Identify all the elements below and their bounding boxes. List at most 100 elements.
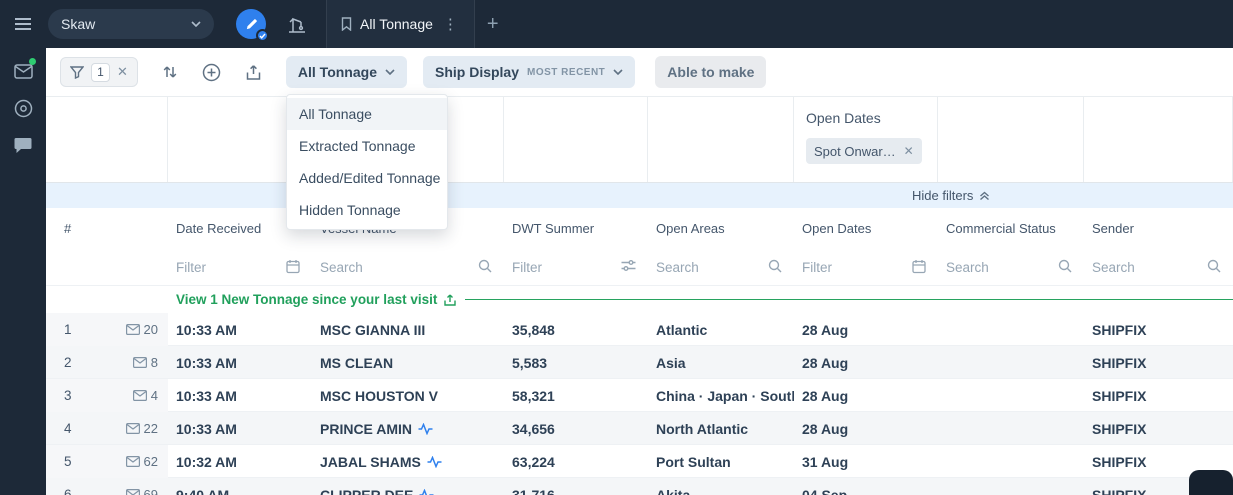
calendar-icon[interactable] bbox=[912, 259, 926, 274]
vessel-name-cell[interactable]: JABAL SHAMS bbox=[312, 445, 504, 478]
table-body: 1 20 10:33 AM MSC GIANNA III 35,848 Atla… bbox=[46, 313, 1233, 495]
date-received-cell: 10:33 AM bbox=[176, 354, 237, 371]
table-row[interactable]: 3 4 10:33 AM MSC HOUSTON V 58,321 China … bbox=[46, 379, 1233, 412]
ship-display-selector[interactable]: Ship Display MOST RECENT bbox=[422, 56, 636, 88]
clear-filters-icon[interactable]: ✕ bbox=[117, 64, 128, 80]
active-filter-chip[interactable]: 1 ✕ bbox=[60, 57, 138, 87]
remove-chip-icon[interactable]: ✕ bbox=[904, 144, 914, 158]
column-header-num[interactable]: # bbox=[46, 221, 168, 236]
open-dates-cell: 04 Sep bbox=[802, 486, 848, 495]
open-areas-search-input[interactable] bbox=[648, 259, 760, 275]
open-dates-filter-input[interactable] bbox=[794, 259, 904, 275]
vessel-name-cell[interactable]: CLIPPER DEE bbox=[312, 478, 504, 495]
filter-panel-cell bbox=[938, 97, 1084, 182]
mail-count-badge[interactable]: 69 bbox=[125, 487, 158, 495]
chat-icon[interactable] bbox=[12, 134, 34, 156]
view-selector-label: All Tonnage bbox=[297, 64, 377, 80]
export-icon[interactable] bbox=[245, 64, 262, 81]
chat-launcher-button[interactable] bbox=[1189, 470, 1233, 495]
sort-icon[interactable] bbox=[162, 64, 178, 80]
table-row[interactable]: 6 69 9:40 AM CLIPPER DEE 31,716 Akita 04… bbox=[46, 478, 1233, 495]
mail-count-badge[interactable]: 62 bbox=[125, 454, 158, 469]
mail-count-badge[interactable]: 8 bbox=[132, 355, 158, 370]
vessel-name: CLIPPER DEE bbox=[320, 486, 414, 495]
sender-cell: SHIPFIX bbox=[1092, 354, 1147, 371]
mail-count: 22 bbox=[143, 421, 158, 436]
menu-item-added-edited-tonnage[interactable]: Added/Edited Tonnage bbox=[287, 162, 447, 194]
hide-filters-button[interactable]: Hide filters bbox=[912, 183, 990, 208]
table-row[interactable]: 1 20 10:33 AM MSC GIANNA III 35,848 Atla… bbox=[46, 313, 1233, 346]
menu-item-extracted-tonnage[interactable]: Extracted Tonnage bbox=[287, 130, 447, 162]
date-received-filter-input[interactable] bbox=[168, 259, 278, 275]
tracking-icon[interactable] bbox=[12, 97, 34, 119]
vessel-track-icon[interactable] bbox=[418, 422, 433, 435]
filter-cell-vessel-name bbox=[312, 248, 504, 286]
commercial-status-search-input[interactable] bbox=[938, 259, 1050, 275]
filter-panel-cell bbox=[504, 97, 648, 182]
port-crane-icon[interactable] bbox=[286, 14, 308, 34]
commercial-status-cell bbox=[938, 379, 1084, 412]
tab-all-tonnage[interactable]: All Tonnage ⋮ bbox=[326, 0, 475, 48]
add-tonnage-icon[interactable] bbox=[202, 63, 221, 82]
able-to-make-label: Able to make bbox=[667, 64, 755, 80]
vessel-track-icon[interactable] bbox=[419, 488, 434, 495]
new-tonnage-link[interactable]: View 1 New Tonnage since your last visit bbox=[176, 292, 437, 307]
envelope-icon bbox=[125, 489, 140, 495]
inbox-icon[interactable] bbox=[12, 58, 36, 82]
refresh-up-icon[interactable] bbox=[443, 293, 457, 307]
vessel-name-cell[interactable]: MS CLEAN bbox=[312, 346, 504, 379]
column-header-commercial-status[interactable]: Commercial Status bbox=[938, 221, 1084, 236]
mail-count-badge[interactable]: 22 bbox=[125, 421, 158, 436]
add-tab-icon[interactable]: + bbox=[487, 14, 499, 34]
tonnage-view-selector[interactable]: All Tonnage bbox=[285, 56, 407, 88]
sender-cell: SHIPFIX bbox=[1092, 387, 1147, 404]
new-tonnage-banner: View 1 New Tonnage since your last visit bbox=[46, 286, 1233, 313]
tab-label: All Tonnage bbox=[360, 16, 433, 32]
menu-item-hidden-tonnage[interactable]: Hidden Tonnage bbox=[287, 194, 447, 226]
sender-cell: SHIPFIX bbox=[1092, 420, 1147, 437]
date-received-cell: 9:40 AM bbox=[176, 486, 230, 495]
open-dates-filter-chip[interactable]: Spot Onwar… ✕ bbox=[806, 138, 922, 164]
row-number-cell: 1 20 bbox=[46, 313, 168, 346]
calendar-icon[interactable] bbox=[286, 259, 300, 274]
table-row[interactable]: 2 8 10:33 AM MS CLEAN 5,583 Asia 28 Aug … bbox=[46, 346, 1233, 379]
hamburger-menu-icon[interactable] bbox=[0, 17, 46, 31]
row-number: 5 bbox=[64, 454, 72, 469]
dwt-summer-cell: 58,321 bbox=[512, 387, 555, 404]
column-header-open-dates[interactable]: Open Dates bbox=[794, 221, 938, 236]
dwt-summer-filter-input[interactable] bbox=[504, 259, 614, 275]
able-to-make-button[interactable]: Able to make bbox=[655, 56, 767, 88]
chip-label: Spot Onwar… bbox=[814, 143, 896, 159]
column-filters-row bbox=[46, 248, 1233, 286]
date-received-cell: 10:33 AM bbox=[176, 321, 237, 338]
commercial-status-cell bbox=[938, 478, 1084, 495]
compose-button[interactable] bbox=[236, 9, 269, 42]
mail-count-badge[interactable]: 4 bbox=[132, 388, 158, 403]
mail-count: 20 bbox=[143, 322, 158, 337]
vessel-name-cell[interactable]: PRINCE AMIN bbox=[312, 412, 504, 445]
menu-item-all-tonnage[interactable]: All Tonnage bbox=[287, 98, 447, 130]
tab-options-icon[interactable]: ⋮ bbox=[441, 15, 460, 33]
column-header-sender[interactable]: Sender bbox=[1084, 221, 1233, 236]
envelope-icon bbox=[125, 423, 140, 434]
open-dates-cell: 28 Aug bbox=[802, 420, 849, 437]
filter-cell-dwt-summer bbox=[504, 248, 648, 286]
table-row[interactable]: 4 22 10:33 AM PRINCE AMIN 34,656 North A… bbox=[46, 412, 1233, 445]
column-header-open-areas[interactable]: Open Areas bbox=[648, 221, 794, 236]
vessel-track-icon[interactable] bbox=[427, 455, 442, 468]
filter-cell-commercial-status bbox=[938, 248, 1084, 286]
workspace-selector[interactable]: Skaw bbox=[48, 9, 214, 39]
vessel-name-search-input[interactable] bbox=[312, 259, 470, 275]
top-bar: Skaw All Tonnage ⋮ + bbox=[0, 0, 1233, 48]
column-header-dwt-summer[interactable]: DWT Summer bbox=[504, 221, 648, 236]
mail-count-badge[interactable]: 20 bbox=[125, 322, 158, 337]
workspace-label: Skaw bbox=[61, 16, 96, 32]
vessel-name-cell[interactable]: MSC GIANNA III bbox=[312, 313, 504, 346]
search-icon bbox=[1207, 259, 1221, 273]
chevron-up-icon bbox=[980, 191, 990, 200]
sender-search-input[interactable] bbox=[1084, 259, 1199, 275]
sliders-icon[interactable] bbox=[621, 259, 636, 272]
search-icon bbox=[768, 259, 782, 273]
table-row[interactable]: 5 62 10:32 AM JABAL SHAMS 63,224 Port Su… bbox=[46, 445, 1233, 478]
vessel-name-cell[interactable]: MSC HOUSTON V bbox=[312, 379, 504, 412]
